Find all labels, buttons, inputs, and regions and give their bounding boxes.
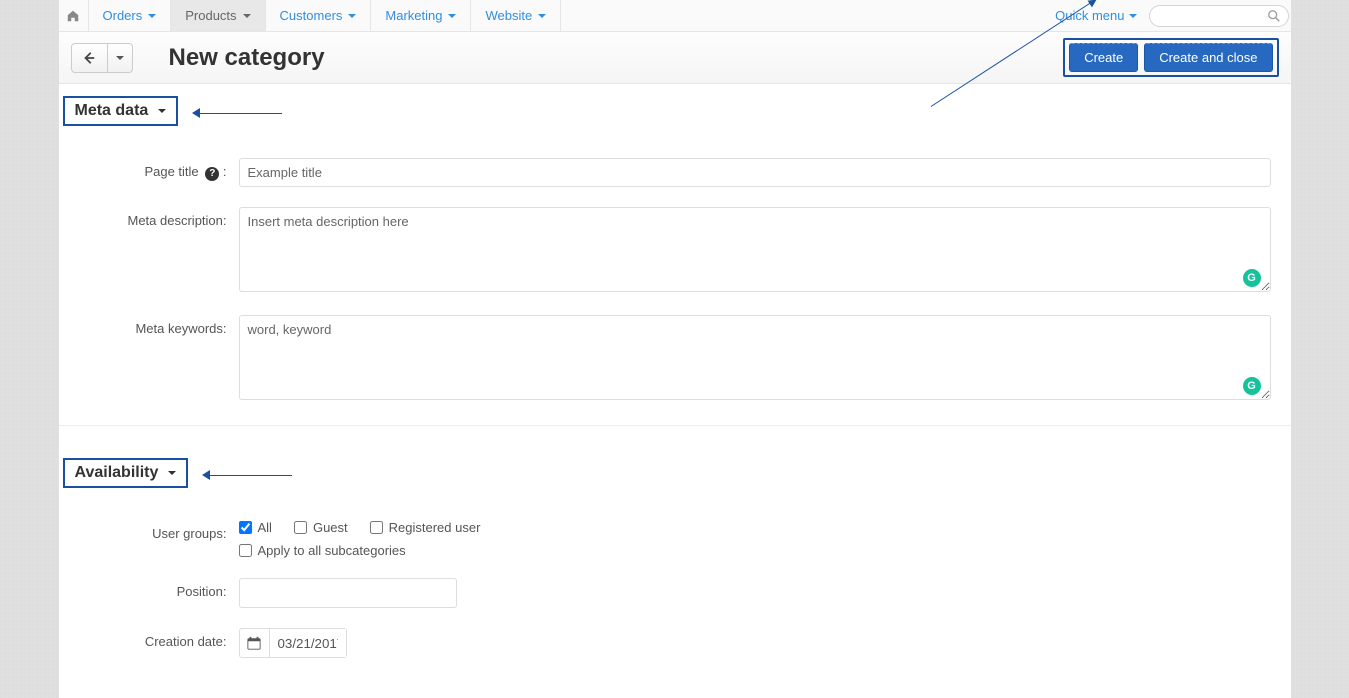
nav-label: Website bbox=[485, 8, 532, 23]
meta-description-input[interactable] bbox=[239, 207, 1271, 292]
position-input[interactable] bbox=[239, 578, 457, 608]
meta-description-label: Meta description: bbox=[59, 207, 239, 228]
creation-date-label: Creation date: bbox=[59, 628, 239, 649]
caret-down-icon bbox=[348, 14, 356, 18]
caret-down-icon bbox=[448, 14, 456, 18]
home-icon[interactable] bbox=[59, 0, 89, 31]
user-groups-label: User groups: bbox=[59, 520, 239, 541]
caret-down-icon bbox=[243, 14, 251, 18]
checkbox[interactable] bbox=[370, 521, 383, 534]
check-registered[interactable]: Registered user bbox=[370, 520, 481, 535]
create-and-close-button[interactable]: Create and close bbox=[1144, 43, 1272, 72]
meta-keywords-label: Meta keywords: bbox=[59, 315, 239, 336]
nav-website[interactable]: Website bbox=[471, 0, 561, 31]
section-label: Availability bbox=[75, 464, 159, 482]
caret-down-icon bbox=[1129, 14, 1137, 18]
back-dropdown[interactable] bbox=[108, 44, 132, 72]
checkbox[interactable] bbox=[239, 521, 252, 534]
back-button[interactable] bbox=[72, 44, 108, 72]
search-icon[interactable] bbox=[1267, 9, 1281, 23]
caret-down-icon bbox=[116, 56, 124, 60]
title-bar: New category Create Create and close bbox=[59, 32, 1291, 84]
back-button-group bbox=[71, 43, 133, 73]
global-search bbox=[1149, 0, 1291, 31]
quick-menu[interactable]: Quick menu bbox=[1055, 0, 1148, 31]
section-availability[interactable]: Availability bbox=[63, 458, 189, 488]
title-actions: Create Create and close bbox=[1063, 38, 1278, 77]
nav-label: Orders bbox=[103, 8, 143, 23]
calendar-icon[interactable] bbox=[240, 629, 270, 657]
top-nav: Orders Products Customers Marketing Webs… bbox=[59, 0, 1291, 32]
grammarly-icon[interactable]: G bbox=[1243, 377, 1261, 395]
caret-down-icon bbox=[538, 14, 546, 18]
grammarly-icon[interactable]: G bbox=[1243, 269, 1261, 287]
page-title: New category bbox=[169, 44, 325, 72]
annotation-arrow bbox=[202, 470, 292, 480]
section-label: Meta data bbox=[75, 102, 149, 120]
section-meta-data[interactable]: Meta data bbox=[63, 96, 179, 126]
page-title-label: Page title ? : bbox=[59, 158, 239, 181]
caret-down-icon bbox=[148, 14, 156, 18]
nav-label: Marketing bbox=[385, 8, 442, 23]
creation-date-input[interactable] bbox=[270, 629, 346, 657]
nav-label: Products bbox=[185, 8, 236, 23]
caret-down-icon bbox=[168, 471, 176, 475]
nav-products[interactable]: Products bbox=[171, 0, 265, 31]
help-icon[interactable]: ? bbox=[205, 167, 219, 181]
caret-down-icon bbox=[158, 109, 166, 113]
page-title-input[interactable] bbox=[239, 158, 1271, 187]
position-label: Position: bbox=[59, 578, 239, 599]
nav-label: Customers bbox=[280, 8, 343, 23]
quick-menu-label: Quick menu bbox=[1055, 8, 1124, 23]
nav-marketing[interactable]: Marketing bbox=[371, 0, 471, 31]
check-all[interactable]: All bbox=[239, 520, 272, 535]
checkbox[interactable] bbox=[294, 521, 307, 534]
check-apply-subcategories[interactable]: Apply to all subcategories bbox=[239, 543, 1271, 558]
annotation-arrow bbox=[192, 108, 282, 118]
checkbox[interactable] bbox=[239, 544, 252, 557]
nav-customers[interactable]: Customers bbox=[266, 0, 372, 31]
nav-orders[interactable]: Orders bbox=[89, 0, 172, 31]
create-button[interactable]: Create bbox=[1069, 43, 1138, 72]
meta-keywords-input[interactable] bbox=[239, 315, 1271, 400]
check-guest[interactable]: Guest bbox=[294, 520, 348, 535]
